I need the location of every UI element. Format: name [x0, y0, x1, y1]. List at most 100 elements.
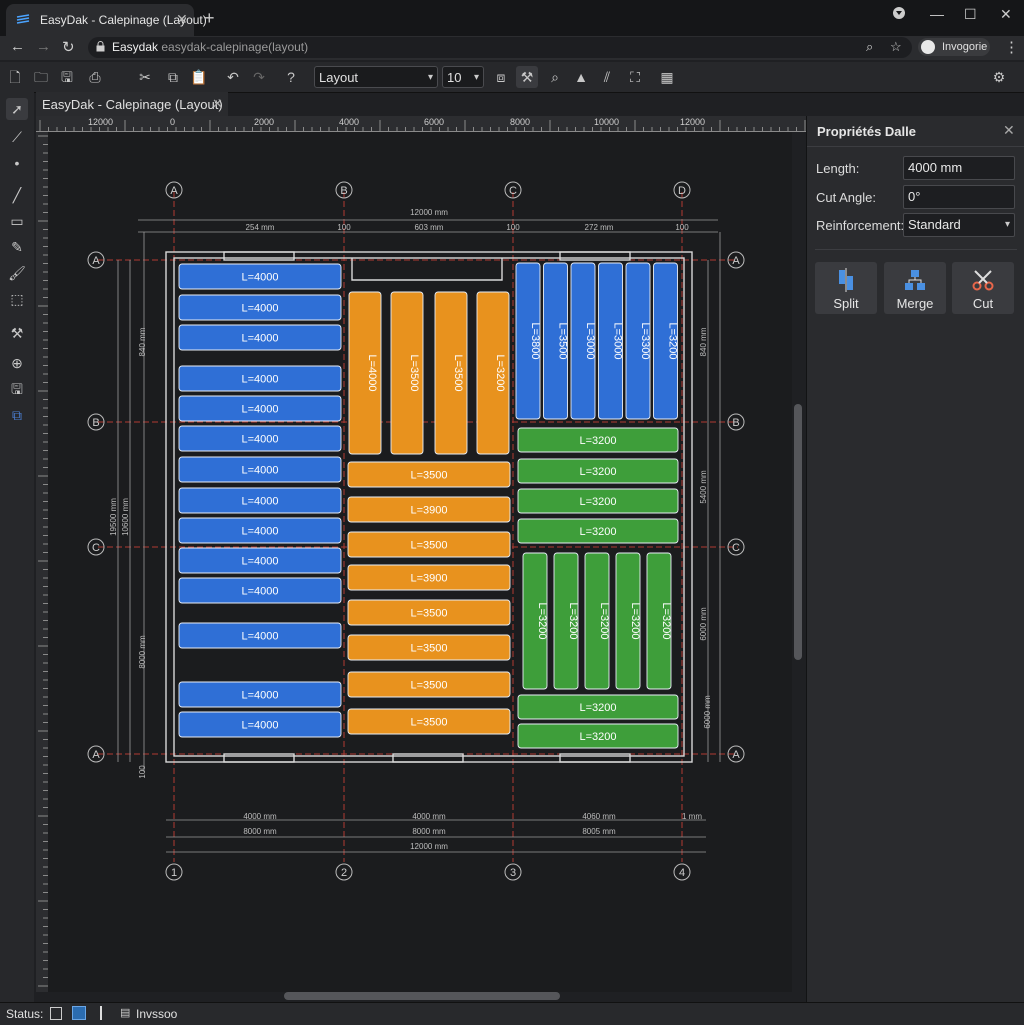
- panel-length-label: L=3900: [410, 505, 447, 517]
- horizontal-scrollbar[interactable]: [284, 992, 560, 1000]
- cut-label: Cut: [972, 296, 994, 311]
- panel-length-label: L=3500: [410, 540, 447, 552]
- redo-icon[interactable]: ↷: [248, 66, 270, 88]
- undo-icon[interactable]: ↶: [222, 66, 244, 88]
- layers-icon[interactable]: ⧉: [6, 404, 28, 426]
- cut-angle-field[interactable]: 0°: [903, 185, 1015, 209]
- paste-icon[interactable]: 📋: [188, 66, 210, 88]
- measure-icon[interactable]: ▲: [570, 66, 592, 88]
- grid-label: A: [170, 185, 178, 197]
- reinforcement-select[interactable]: Standard ▾: [903, 213, 1015, 237]
- panel-length-label: L=4000: [241, 631, 278, 643]
- ruler-mark: 0: [170, 117, 175, 127]
- forward-icon[interactable]: →: [36, 38, 51, 55]
- grid-label: 4: [679, 867, 685, 879]
- grid-icon[interactable]: ▦: [656, 66, 678, 88]
- back-icon[interactable]: ←: [10, 38, 25, 55]
- floor-plan-drawing[interactable]: L=4000 L=4000 L=4000 L=4000 L=4000 L=4000 L=40…: [48, 132, 792, 992]
- grid-label: A: [92, 255, 100, 267]
- profile-chip[interactable]: Invogorie: [918, 38, 990, 56]
- print-icon[interactable]: ⎙: [84, 66, 106, 88]
- panel-length-label: L=3200: [579, 526, 616, 538]
- browser-tab[interactable]: EasyDak - Calepinage (Layout) ✕: [6, 4, 207, 36]
- grid-label: A: [732, 255, 740, 267]
- panel-length-label: L=3200: [629, 602, 641, 639]
- close-tab-icon[interactable]: ✕: [176, 11, 188, 28]
- cut-button[interactable]: Cut: [952, 262, 1014, 314]
- page-icon[interactable]: [50, 1007, 62, 1020]
- profile-menu-icon[interactable]: [892, 6, 906, 23]
- panel-length-label: L=3900: [410, 573, 447, 585]
- panel-length-label: L=3200: [567, 602, 579, 639]
- close-document-icon[interactable]: ✕: [212, 96, 223, 112]
- size-select-value: 10: [447, 70, 462, 85]
- vertical-scrollbar[interactable]: [794, 404, 802, 660]
- document-tab[interactable]: EasyDak - Calepinage (Layout) ✕: [36, 92, 228, 116]
- merge-button[interactable]: Merge: [884, 262, 946, 314]
- dimension-text: 8000 mm: [412, 827, 446, 836]
- new-file-icon[interactable]: 🗋: [4, 66, 26, 88]
- save-icon[interactable]: 🖫: [56, 66, 78, 88]
- trim-icon[interactable]: ⟋: [6, 126, 28, 148]
- size-select[interactable]: 10 ▾: [442, 66, 484, 88]
- settings-gear-icon[interactable]: ⚙: [988, 66, 1010, 88]
- panel-length-label: L=4000: [241, 526, 278, 538]
- panel-length-label: L=3200: [494, 354, 506, 391]
- point-icon[interactable]: •: [6, 152, 28, 174]
- pencil-icon[interactable]: ✎: [6, 236, 28, 258]
- browser-menu-icon[interactable]: ⋮: [1004, 38, 1019, 56]
- select-pointer-icon[interactable]: ➚: [6, 98, 28, 120]
- rectangle-icon[interactable]: ▭: [6, 210, 28, 232]
- divider: [100, 1006, 102, 1020]
- panel-length-label: L=4000: [241, 690, 278, 702]
- selection-box-icon[interactable]: ⬚: [6, 288, 28, 310]
- cut-scissors-icon[interactable]: ✂: [134, 66, 156, 88]
- split-icon: [839, 268, 853, 292]
- panel-length-label: L=4000: [241, 333, 278, 345]
- ruler-mark: 4000: [339, 117, 359, 127]
- reload-icon[interactable]: ↻: [62, 38, 75, 56]
- brush-icon[interactable]: 🖌: [6, 262, 28, 284]
- panel-title: Propriétés Dalle: [817, 124, 916, 139]
- dimension-text: 12000 mm: [410, 208, 448, 217]
- panel-length-label: L=3000: [584, 322, 596, 359]
- zoom-icon[interactable]: ⌕: [544, 66, 566, 88]
- view-select[interactable]: Layout ▾: [314, 66, 438, 88]
- tool-wrench-icon[interactable]: ⚒: [516, 66, 538, 88]
- panel-length-label: L=3500: [410, 470, 447, 482]
- tools-icon[interactable]: ⚒: [6, 322, 28, 344]
- help-icon[interactable]: ?: [280, 66, 302, 88]
- bookmark-star-icon[interactable]: ☆: [890, 39, 902, 55]
- address-bar[interactable]: Easydak easydak-calepinage(layout) ⌕ ☆: [88, 37, 912, 58]
- minimize-icon[interactable]: —: [930, 6, 944, 22]
- profile-name: Invogorie: [942, 41, 988, 53]
- hatch-icon[interactable]: ⫽: [596, 66, 618, 88]
- layer-indicator-icon[interactable]: [72, 1006, 86, 1020]
- dimension-text: 603 mm: [415, 223, 444, 232]
- dimension-text: 100: [337, 223, 351, 232]
- close-window-icon[interactable]: ✕: [1000, 6, 1012, 23]
- panel-length-label: L=3200: [579, 466, 616, 478]
- dimension-text: 840 mm: [138, 327, 147, 356]
- fit-view-icon[interactable]: ⛶: [624, 66, 646, 88]
- panel-length-label: L=3500: [452, 354, 464, 391]
- open-folder-icon[interactable]: 🗀: [30, 66, 52, 88]
- view-select-value: Layout: [319, 70, 359, 85]
- close-panel-icon[interactable]: ✕: [1003, 122, 1015, 139]
- panel-length-label: L=3200: [579, 731, 616, 743]
- zoom-search-icon[interactable]: ⌕: [866, 39, 873, 55]
- maximize-icon[interactable]: ☐: [964, 6, 977, 23]
- drawing-canvas[interactable]: L=4000 L=4000 L=4000 L=4000 L=4000 L=4000 L=40…: [48, 132, 792, 992]
- line-icon[interactable]: ╱: [6, 184, 28, 206]
- dimension-text: 8000 mm: [138, 635, 147, 669]
- panel-length-label: L=4000: [241, 272, 278, 284]
- new-tab-icon[interactable]: +: [204, 8, 215, 29]
- copy-icon[interactable]: ⧉: [162, 66, 184, 88]
- split-button[interactable]: Split: [815, 262, 877, 314]
- snap-icon[interactable]: ⧈: [490, 66, 512, 88]
- globe-icon[interactable]: ⊕: [6, 352, 28, 374]
- length-field[interactable]: 4000 mm: [903, 156, 1015, 180]
- avatar: [921, 40, 935, 54]
- save-disk-icon[interactable]: 🖫: [6, 378, 28, 400]
- grid-label: A: [732, 749, 740, 761]
